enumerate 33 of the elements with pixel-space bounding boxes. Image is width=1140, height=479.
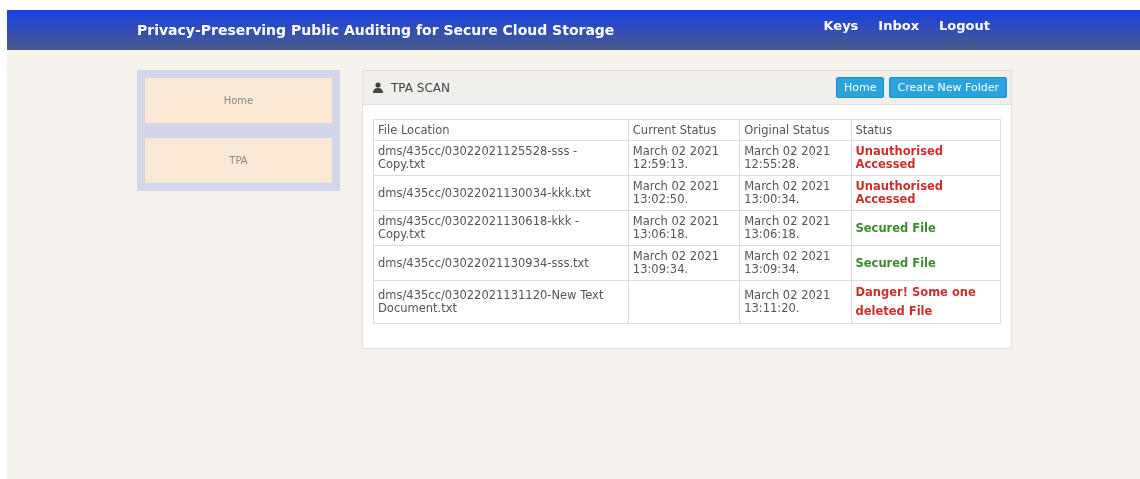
nav-link[interactable]: Keys xyxy=(823,17,859,33)
table-cell: March 02 2021 12:55:28. xyxy=(739,140,851,176)
table-cell: March 02 2021 13:06:18. xyxy=(628,210,740,246)
table-cell: March 02 2021 13:02:50. xyxy=(628,175,740,211)
column-header: File Location xyxy=(373,119,629,141)
table-cell: March 02 2021 13:00:34. xyxy=(739,175,851,211)
table-cell: March 02 2021 13:09:34. xyxy=(628,245,740,281)
nav-link[interactable]: Inbox xyxy=(878,17,920,33)
user-icon xyxy=(373,82,383,93)
table-cell: dms/435cc/03022021131120-New Text Document.txt xyxy=(373,280,629,324)
status-cell: Danger! Some one deleted File xyxy=(851,280,1001,324)
table-cell: March 02 2021 13:06:18. xyxy=(739,210,851,246)
table-cell: dms/435cc/03022021130934-sss.txt xyxy=(373,245,629,281)
status-cell: Secured File xyxy=(851,245,1001,281)
sidebar-item[interactable]: TPA xyxy=(145,138,332,183)
table-cell: March 02 2021 13:09:34. xyxy=(739,245,851,281)
column-header: Original Status xyxy=(739,119,851,141)
table-cell: dms/435cc/03022021130618-kkk - Copy.txt xyxy=(373,210,629,246)
column-header: Status xyxy=(851,119,1001,141)
status-cell: Unauthorised Accessed xyxy=(851,140,1001,176)
panel-button[interactable]: Create New Folder xyxy=(889,77,1007,98)
sidebar-item[interactable]: Home xyxy=(145,78,332,123)
panel-title: TPA SCAN xyxy=(391,80,451,95)
nav-link[interactable]: Logout xyxy=(939,17,990,33)
column-header: Current Status xyxy=(628,119,740,141)
panel-button[interactable]: Home xyxy=(836,77,885,98)
table-cell: dms/435cc/03022021130034-kkk.txt xyxy=(373,175,629,211)
table-cell: March 02 2021 12:59:13. xyxy=(628,140,740,176)
table-cell: dms/435cc/03022021125528-sss - Copy.txt xyxy=(373,140,629,176)
status-cell: Unauthorised Accessed xyxy=(851,175,1001,211)
app-title: Privacy-Preserving Public Auditing for Secure Cloud Storage xyxy=(137,22,616,38)
table-cell: March 02 2021 13:11:20. xyxy=(739,280,851,324)
status-cell: Secured File xyxy=(851,210,1001,246)
